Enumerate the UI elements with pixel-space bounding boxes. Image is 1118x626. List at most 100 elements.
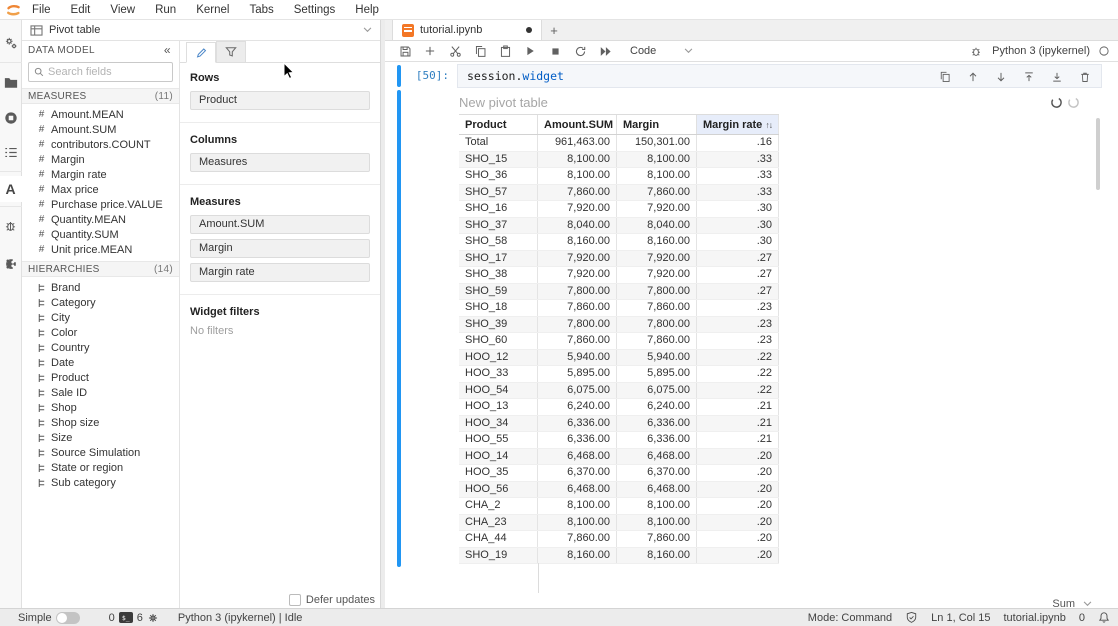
cell-margin[interactable]: 5,940.00 <box>617 350 697 366</box>
widget-type-select[interactable]: Pivot table <box>22 20 380 41</box>
restart-run-all-button[interactable] <box>597 43 613 59</box>
table-row[interactable]: SHO_17 7,920.00 7,920.00 .27 <box>459 251 779 268</box>
paste-cells-button[interactable] <box>497 43 513 59</box>
widget-settings-icon[interactable] <box>0 28 22 58</box>
hierarchy-item[interactable]: Source Simulation <box>22 445 179 460</box>
cell-margin-rate[interactable]: .22 <box>697 366 779 382</box>
table-row[interactable]: CHA_44 7,860.00 7,860.00 .20 <box>459 531 779 548</box>
measure-item[interactable]: # Unit price.MEAN <box>22 242 179 257</box>
code-editor[interactable]: session.widget <box>457 64 1102 88</box>
mode-indicator[interactable]: Mode: Command <box>808 612 892 624</box>
notebook-scrollbar-thumb[interactable] <box>1096 118 1100 190</box>
debugger-toggle-icon[interactable] <box>968 43 984 59</box>
menu-item[interactable]: Run <box>145 4 186 16</box>
cell-product[interactable]: SHO_59 <box>459 284 538 300</box>
table-row[interactable]: HOO_56 6,468.00 6,468.00 .20 <box>459 482 779 499</box>
cell-amount-sum[interactable]: 7,800.00 <box>538 284 617 300</box>
measure-item[interactable]: # Amount.SUM <box>22 122 179 137</box>
move-cell-up-button[interactable] <box>965 69 981 85</box>
field-chip[interactable]: Measures <box>190 153 370 172</box>
cell-margin-rate[interactable]: .30 <box>697 201 779 217</box>
cell-amount-sum[interactable]: 7,860.00 <box>538 531 617 547</box>
cut-cells-button[interactable] <box>447 43 463 59</box>
running-kernels-icon[interactable] <box>0 103 22 133</box>
table-row[interactable]: HOO_13 6,240.00 6,240.00 .21 <box>459 399 779 416</box>
insert-cell-above-button[interactable] <box>1021 69 1037 85</box>
table-row[interactable]: HOO_34 6,336.00 6,336.00 .21 <box>459 416 779 433</box>
cell-margin-rate[interactable]: .20 <box>697 498 779 514</box>
table-row[interactable]: SHO_18 7,860.00 7,860.00 .23 <box>459 300 779 317</box>
hierarchy-item[interactable]: Size <box>22 430 179 445</box>
cell-amount-sum[interactable]: 6,240.00 <box>538 399 617 415</box>
hierarchy-item[interactable]: Sub category <box>22 475 179 490</box>
cell-amount-sum[interactable]: 6,075.00 <box>538 383 617 399</box>
active-file[interactable]: tutorial.ipynb <box>1004 612 1066 624</box>
menu-item[interactable]: Tabs <box>239 4 283 16</box>
cell-product[interactable]: SHO_39 <box>459 317 538 333</box>
cell-margin[interactable]: 8,100.00 <box>617 515 697 531</box>
cell-margin-rate[interactable]: .30 <box>697 234 779 250</box>
hierarchy-item[interactable]: State or region <box>22 460 179 475</box>
cell-product[interactable]: SHO_18 <box>459 300 538 316</box>
cell-margin[interactable]: 6,370.00 <box>617 465 697 481</box>
duplicate-cell-button[interactable] <box>937 69 953 85</box>
cell-product[interactable]: SHO_38 <box>459 267 538 283</box>
hierarchy-item[interactable]: Product <box>22 370 179 385</box>
cell-amount-sum[interactable]: 6,468.00 <box>538 482 617 498</box>
table-row[interactable]: Total 961,463.00 150,301.00 .16 <box>459 135 779 152</box>
table-row[interactable]: SHO_38 7,920.00 7,920.00 .27 <box>459 267 779 284</box>
measure-item[interactable]: # contributors.COUNT <box>22 137 179 152</box>
delete-cell-button[interactable] <box>1077 69 1093 85</box>
code-cell[interactable]: [50]: session.widget <box>397 64 1102 88</box>
insert-cell-button[interactable] <box>422 43 438 59</box>
table-of-contents-icon[interactable] <box>0 137 22 167</box>
cell-amount-sum[interactable]: 7,920.00 <box>538 251 617 267</box>
cell-margin[interactable]: 7,860.00 <box>617 333 697 349</box>
cell-amount-sum[interactable]: 7,920.00 <box>538 201 617 217</box>
hierarchy-item[interactable]: Shop <box>22 400 179 415</box>
column-header-margin[interactable]: Margin <box>617 115 697 134</box>
cell-product[interactable]: SHO_57 <box>459 185 538 201</box>
measure-item[interactable]: # Quantity.MEAN <box>22 212 179 227</box>
move-cell-down-button[interactable] <box>993 69 1009 85</box>
hierarchy-item[interactable]: Category <box>22 295 179 310</box>
cell-product[interactable]: HOO_13 <box>459 399 538 415</box>
cell-margin-rate[interactable]: .20 <box>697 449 779 465</box>
cell-amount-sum[interactable]: 7,920.00 <box>538 267 617 283</box>
defer-updates-checkbox[interactable] <box>289 594 301 606</box>
trust-shield-icon[interactable] <box>905 611 918 624</box>
unsaved-changes-dot[interactable] <box>526 27 532 33</box>
cell-product[interactable]: HOO_54 <box>459 383 538 399</box>
measures-section-header[interactable]: MEASURES (11) <box>22 88 179 104</box>
cell-product[interactable]: SHO_19 <box>459 548 538 564</box>
table-row[interactable]: CHA_2 8,100.00 8,100.00 .20 <box>459 498 779 515</box>
simple-mode-toggle[interactable] <box>56 612 80 624</box>
restart-kernel-button[interactable] <box>572 43 588 59</box>
column-header-product[interactable]: Product <box>459 115 538 134</box>
collapse-panel-button[interactable]: « <box>162 43 173 57</box>
copy-cells-button[interactable] <box>472 43 488 59</box>
cell-margin-rate[interactable]: .33 <box>697 185 779 201</box>
input-collapser[interactable] <box>397 65 401 87</box>
cell-margin-rate[interactable]: .33 <box>697 168 779 184</box>
field-chip[interactable]: Product <box>190 91 370 110</box>
cell-margin[interactable]: 7,860.00 <box>617 300 697 316</box>
cell-product[interactable]: HOO_34 <box>459 416 538 432</box>
menu-item[interactable]: Settings <box>284 4 346 16</box>
insert-cell-below-button[interactable] <box>1049 69 1065 85</box>
sort-icon[interactable]: ↑↓ <box>766 120 773 130</box>
refresh-spinner-icon[interactable] <box>1050 96 1063 109</box>
table-row[interactable]: CHA_23 8,100.00 8,100.00 .20 <box>459 515 779 532</box>
cell-margin[interactable]: 5,895.00 <box>617 366 697 382</box>
field-chip[interactable]: Amount.SUM <box>190 215 370 234</box>
table-row[interactable]: HOO_35 6,370.00 6,370.00 .20 <box>459 465 779 482</box>
table-row[interactable]: HOO_55 6,336.00 6,336.00 .21 <box>459 432 779 449</box>
cursor-position[interactable]: Ln 1, Col 15 <box>931 612 990 624</box>
cell-amount-sum[interactable]: 7,860.00 <box>538 333 617 349</box>
cell-amount-sum[interactable]: 5,940.00 <box>538 350 617 366</box>
cell-amount-sum[interactable]: 8,100.00 <box>538 168 617 184</box>
cell-margin-rate[interactable]: .20 <box>697 531 779 547</box>
table-row[interactable]: HOO_12 5,940.00 5,940.00 .22 <box>459 350 779 367</box>
cell-margin-rate[interactable]: .27 <box>697 251 779 267</box>
cell-margin[interactable]: 6,468.00 <box>617 482 697 498</box>
